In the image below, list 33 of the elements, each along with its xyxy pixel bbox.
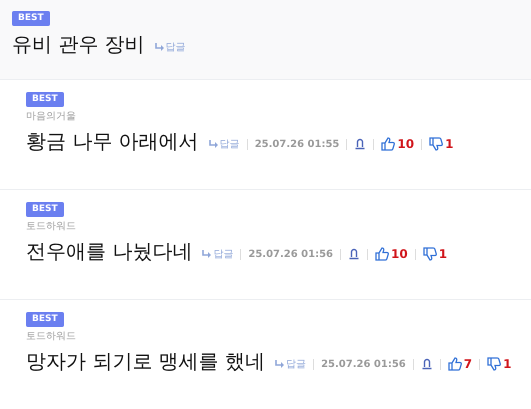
- best-badge: BEST: [12, 11, 50, 26]
- comment-date: 25.07.26 01:55: [254, 138, 340, 150]
- comment-date: 25.07.26 01:56: [248, 248, 334, 260]
- like-button[interactable]: 10: [381, 131, 414, 151]
- thumbs-down-icon: [487, 357, 502, 371]
- post-title: 유비 관우 장비: [12, 31, 145, 58]
- reply-arrow-icon: [275, 360, 286, 368]
- report-icon[interactable]: [348, 248, 360, 260]
- comment-author: 토드하워드: [26, 330, 76, 344]
- reply-arrow-icon: [202, 250, 212, 258]
- comment-text: 망자가 되기로 맹세를 했네: [26, 348, 266, 375]
- report-icon[interactable]: [354, 138, 366, 150]
- best-badge: BEST: [26, 92, 64, 107]
- comment-author: 토드하워드: [26, 220, 76, 234]
- reply-arrow-icon: [154, 43, 165, 51]
- best-badge: BEST: [26, 312, 64, 327]
- thumbs-up-icon: [381, 137, 396, 151]
- comment-author: 마음의거울: [26, 110, 76, 124]
- reply-arrow-icon: [208, 140, 219, 148]
- like-button[interactable]: 10: [375, 241, 408, 261]
- dislike-button[interactable]: 1: [429, 131, 454, 151]
- report-icon[interactable]: [420, 358, 433, 370]
- best-badge: BEST: [26, 202, 64, 217]
- thumbs-down-icon: [429, 137, 444, 151]
- dislike-button[interactable]: 1: [487, 351, 512, 371]
- comment-text: 황금 나무 아래에서: [26, 128, 199, 155]
- thumbs-up-icon: [448, 357, 462, 371]
- thumbs-up-icon: [375, 247, 390, 261]
- like-button[interactable]: 7: [448, 351, 472, 371]
- dislike-button[interactable]: 1: [422, 241, 448, 261]
- comment-date: 25.07.26 01:56: [321, 358, 406, 370]
- comment-text: 전우애를 나눴다네: [26, 238, 192, 265]
- thumbs-down-icon: [422, 247, 437, 261]
